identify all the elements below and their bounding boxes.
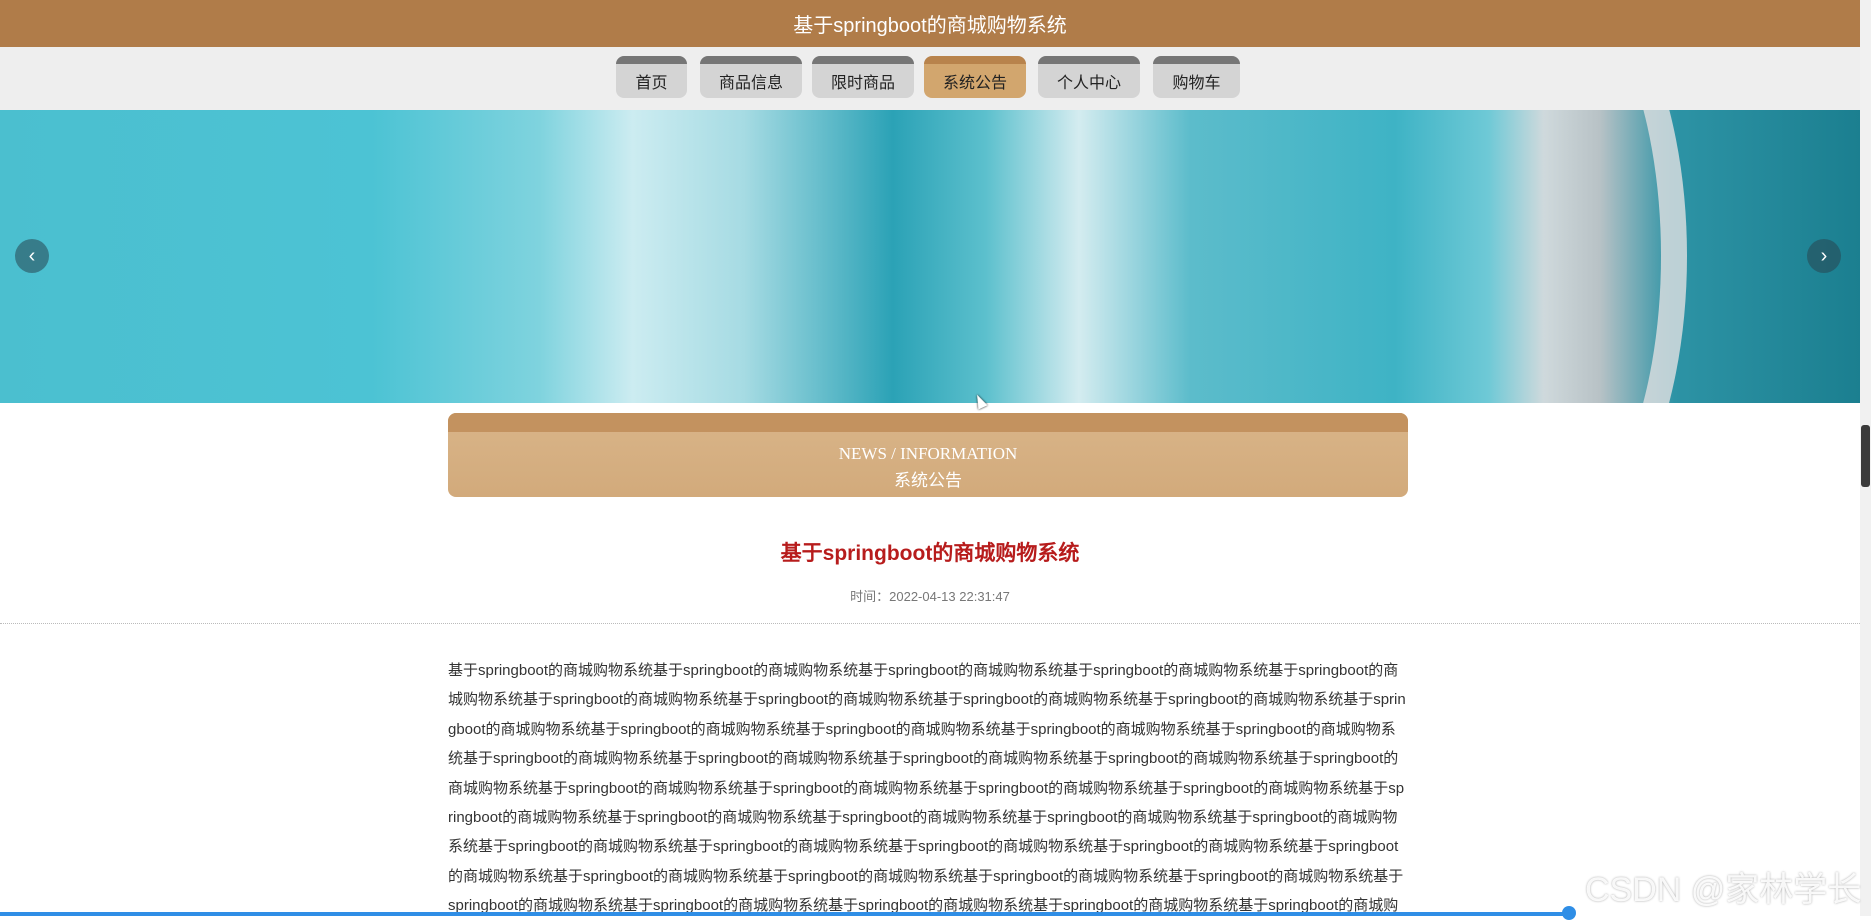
section-header: NEWS / INFORMATION 系统公告 (448, 413, 1408, 497)
nav-item-cart[interactable]: 购物车 (1153, 56, 1240, 98)
nav-item-flash-sale[interactable]: 限时商品 (812, 56, 914, 98)
site-header: 基于springboot的商城购物系统 (0, 0, 1860, 47)
scrollbar[interactable] (1860, 0, 1871, 916)
nav-item-personal-center[interactable]: 个人中心 (1038, 56, 1140, 98)
nav-item-home[interactable]: 首页 (616, 56, 687, 98)
progress-handle[interactable] (1562, 906, 1576, 920)
chevron-left-icon[interactable]: ‹ (15, 239, 49, 273)
progress-bar (0, 912, 1570, 916)
nav-item-announcements[interactable]: 系统公告 (924, 56, 1026, 98)
article-time: 时间：2022-04-13 22:31:47 (850, 589, 1010, 604)
hero-carousel[interactable]: ‹ › (0, 110, 1860, 403)
nav-item-products[interactable]: 商品信息 (700, 56, 802, 98)
section-title-cn: 系统公告 (894, 471, 962, 490)
nav-bar: 首页 商品信息 限时商品 系统公告 个人中心 购物车 (0, 47, 1860, 110)
banner-image-shape (1395, 110, 1687, 403)
article-title: 基于springboot的商城购物系统 (780, 542, 1080, 565)
divider (0, 623, 1860, 624)
article-body: 基于springboot的商城购物系统基于springboot的商城购物系统基于… (448, 662, 1406, 915)
site-title: 基于springboot的商城购物系统 (793, 15, 1067, 37)
section-title-en: NEWS / INFORMATION (838, 444, 1018, 463)
chevron-right-icon[interactable]: › (1807, 239, 1841, 273)
section-header-strip (448, 413, 1408, 432)
watermark: CSDN @家林学长 (1585, 871, 1862, 909)
scrollbar-thumb[interactable] (1861, 425, 1870, 487)
